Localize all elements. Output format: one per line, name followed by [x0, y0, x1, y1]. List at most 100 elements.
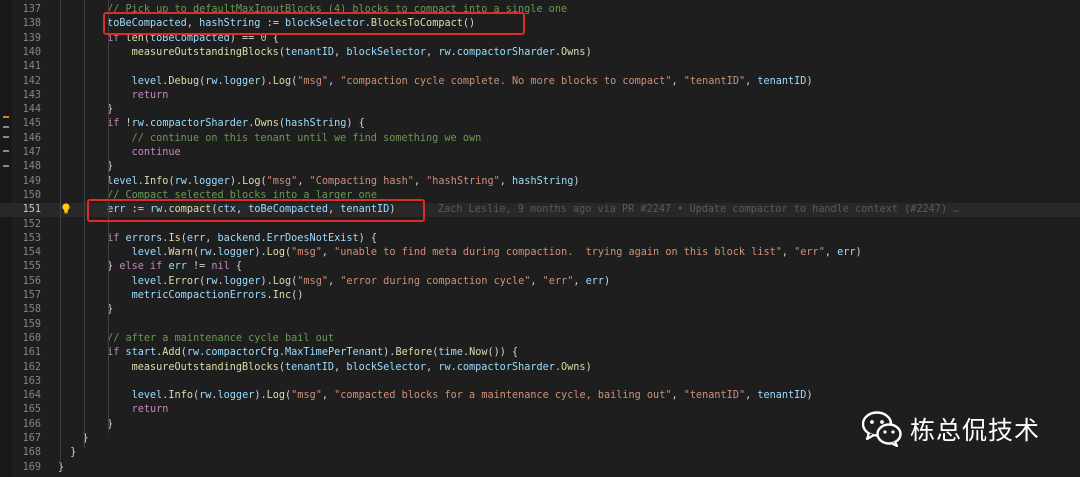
code-token: )	[585, 46, 592, 58]
code-line[interactable]: 161 if start.Add(rw.compactorCfg.MaxTime…	[0, 346, 1080, 360]
line-number: 157	[22, 290, 41, 301]
code-token: ()	[291, 290, 304, 301]
code-token: ,	[573, 275, 586, 287]
code-token: "msg"	[291, 247, 322, 259]
code-token: measureOutstandingBlocks	[131, 361, 279, 373]
code-line[interactable]: 157 metricCompactionErrors.Inc()	[0, 289, 1080, 303]
code-token: return	[131, 89, 169, 101]
code-line[interactable]: 149 level.Info(rw.logger).Log("msg", "Co…	[0, 175, 1080, 189]
code-token: rw	[205, 75, 218, 87]
code-token: if	[107, 347, 126, 359]
code-token: )	[573, 175, 580, 187]
line-number: 140	[22, 46, 41, 58]
code-token: Log	[272, 275, 292, 287]
code-token: else if	[119, 261, 169, 273]
code-line[interactable]: 146 // continue on this tenant until we …	[0, 132, 1080, 146]
code-text: level.Error(rw.logger).Log("msg", "error…	[58, 275, 611, 289]
line-number: 161	[22, 347, 41, 359]
code-line[interactable]: 144 }	[0, 103, 1080, 117]
code-line[interactable]: 153 if errors.Is(err, backend.ErrDoesNot…	[0, 232, 1080, 246]
code-line[interactable]: 147 continue	[0, 146, 1080, 160]
code-token: "compacted blocks for a maintenance cycl…	[334, 390, 672, 402]
line-number: 144	[22, 104, 41, 116]
code-line[interactable]: 141	[0, 60, 1080, 74]
lightbulb-icon[interactable]	[61, 203, 71, 214]
code-line[interactable]: 155 } else if err != nil {	[0, 260, 1080, 274]
code-line[interactable]: 145 if !rw.compactorSharder.Owns(hashStr…	[0, 117, 1080, 131]
code-line[interactable]: 159	[0, 318, 1080, 332]
code-line[interactable]: 142 level.Debug(rw.logger).Log("msg", "c…	[0, 75, 1080, 89]
code-line[interactable]: 169}	[0, 461, 1080, 475]
highlight-box-line-151	[87, 199, 425, 222]
code-token: logger	[193, 175, 230, 187]
line-number: 138	[22, 18, 41, 30]
line-number: 146	[22, 132, 41, 144]
code-token: rw	[205, 275, 218, 287]
code-line[interactable]: 156 level.Error(rw.logger).Log("msg", "e…	[0, 275, 1080, 289]
line-number: 168	[22, 447, 41, 459]
code-line[interactable]: 160 // after a maintenance cycle bail ou…	[0, 332, 1080, 346]
code-text: }	[58, 461, 64, 475]
code-token: ).	[260, 75, 273, 87]
code-line[interactable]: 140 measureOutstandingBlocks(tenantID, b…	[0, 46, 1080, 60]
code-token: Debug	[168, 75, 200, 87]
code-text: if start.Add(rw.compactorCfg.MaxTimePerT…	[58, 346, 518, 360]
code-token: time	[438, 347, 463, 359]
code-token: Add	[162, 347, 181, 359]
code-token: "msg"	[297, 75, 328, 87]
line-number: 163	[22, 375, 41, 387]
code-line[interactable]: 163	[0, 375, 1080, 389]
code-line[interactable]: 143 return	[0, 89, 1080, 103]
line-number: 155	[22, 261, 41, 273]
code-token: level	[131, 390, 163, 402]
code-token: ,	[321, 390, 335, 402]
line-number: 151	[22, 204, 41, 216]
code-line[interactable]: 148 }	[0, 160, 1080, 174]
code-token: level	[107, 175, 138, 187]
code-token: logger	[217, 247, 255, 259]
line-number: 152	[22, 218, 41, 230]
code-line[interactable]: 162 measureOutstandingBlocks(tenantID, b…	[0, 361, 1080, 375]
code-token: ,	[327, 275, 341, 287]
code-token: ,	[334, 46, 347, 58]
code-token: Owns	[561, 361, 586, 373]
code-token: Is	[168, 232, 181, 244]
code-token: if	[107, 118, 126, 130]
code-editor[interactable]: 137 // Pick up to defaultMaxInputBlocks …	[0, 0, 1080, 477]
code-token: ,	[824, 247, 838, 259]
code-line[interactable]: 164 level.Info(rw.logger).Log("msg", "co…	[0, 389, 1080, 403]
code-token: Before	[395, 347, 433, 359]
code-text: level.Info(rw.logger).Log("msg", "compac…	[58, 389, 813, 403]
line-number: 153	[22, 232, 41, 244]
code-token: Owns	[561, 46, 586, 58]
code-token: ,	[426, 46, 439, 58]
code-token: ).	[254, 247, 267, 259]
code-text: level.Warn(rw.logger).Log("msg", "unable…	[58, 246, 862, 260]
git-blame-annotation[interactable]: Zach Leslie, 9 months ago via PR #2247 •…	[438, 203, 959, 217]
code-token: ,	[327, 75, 341, 87]
code-token: "tenantID"	[683, 75, 746, 87]
code-line[interactable]: 158 }	[0, 303, 1080, 317]
code-token: measureOutstandingBlocks	[131, 46, 279, 58]
code-token: rw	[199, 247, 212, 259]
code-token: Info	[168, 390, 193, 402]
code-line[interactable]: 154 level.Warn(rw.logger).Log("msg", "un…	[0, 246, 1080, 260]
code-token: ,	[297, 175, 310, 187]
code-token: logger	[217, 390, 255, 402]
line-number: 137	[22, 4, 41, 15]
code-token: ,	[530, 275, 543, 287]
code-token: ,	[413, 175, 427, 187]
code-token: ,	[321, 247, 335, 259]
code-token: Log	[272, 75, 292, 87]
